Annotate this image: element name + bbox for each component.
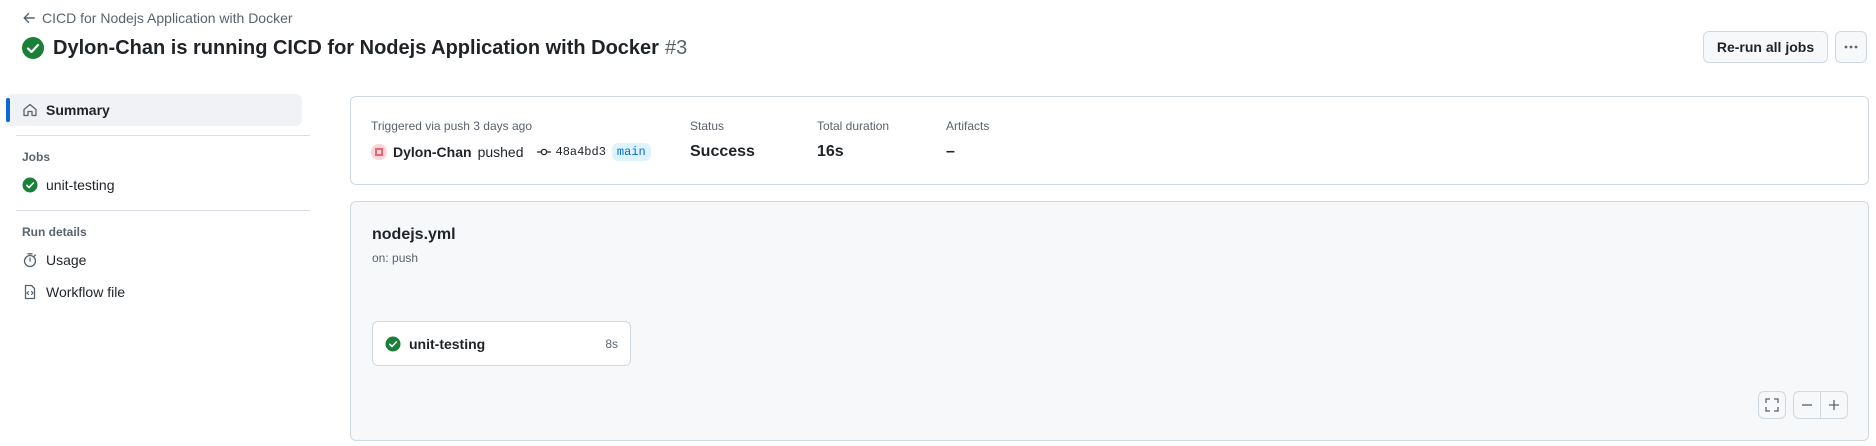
status-value: Success [690,143,755,160]
avatar-icon [375,148,383,156]
commit-link[interactable]: 48a4bd3 [536,144,606,160]
screen-full-icon [1765,398,1779,412]
job-duration: 8s [605,336,618,351]
plus-icon [1829,400,1839,410]
kebab-horizontal-icon [1844,45,1858,49]
divider [16,135,310,136]
file-code-icon [24,284,36,300]
check-circle-fill-icon [22,177,38,193]
run-number: #3 [664,36,688,59]
git-commit-icon [536,148,551,156]
trigger-info: Triggered via push 3 days ago Dylon-Chan… [371,119,651,161]
workflow-trigger: on: push [372,251,419,265]
sidebar-item-usage[interactable]: Usage [6,244,310,276]
fullscreen-button[interactable] [1758,391,1786,419]
page-title: Dylon-Chan is running CICD for Nodejs Ap… [53,36,688,59]
job-card-unit-testing[interactable]: unit-testing 8s [372,321,631,366]
workflow-graph: nodejs.yml on: push unit-testing 8s [350,201,1869,441]
sidebar-item-summary[interactable]: Summary [6,94,302,126]
status-label: Status [690,119,725,133]
branch-badge[interactable]: main [611,143,651,161]
duration-label: Total duration [817,119,890,133]
check-circle-fill-icon [22,37,44,59]
job-name: unit-testing [409,335,486,352]
home-icon [23,103,37,117]
artifacts-value: – [946,143,955,160]
back-link-label: CICD for Nodejs Application with Docker [42,10,293,26]
stopwatch-icon [23,253,37,268]
sidebar-item-workflow-file[interactable]: Workflow file [6,276,310,308]
sidebar-item-label: Summary [46,102,110,118]
commit-sha: 48a4bd3 [555,145,606,159]
status-info: Status Success [690,119,755,161]
actor-link[interactable]: Dylon-Chan [393,144,472,160]
zoom-out-button[interactable] [1793,391,1821,419]
arrow-left-icon [23,12,35,24]
run-title-row: Dylon-Chan is running CICD for Nodejs Ap… [21,36,687,60]
jobs-heading: Jobs [22,150,51,164]
artifacts-label: Artifacts [946,119,990,133]
duration-value: 16s [817,143,844,160]
zoom-in-button[interactable] [1820,391,1848,419]
sidebar-item-label: Usage [46,252,87,268]
run-details-heading: Run details [22,225,87,239]
trigger-label: Triggered via push 3 days ago [371,119,532,133]
back-link[interactable]: CICD for Nodejs Application with Docker [22,10,293,26]
run-summary-box: Triggered via push 3 days ago Dylon-Chan… [350,96,1869,185]
sidebar: Summary Jobs unit-testing Run details Us… [6,94,310,308]
workflow-file-name: nodejs.yml [372,226,456,243]
more-options-button[interactable] [1835,31,1867,63]
dash-icon [1802,404,1812,406]
artifacts-info: Artifacts – [946,119,989,161]
action-text: pushed [477,144,524,160]
duration-info: Total duration 16s [817,119,889,161]
sidebar-item-label: unit-testing [46,177,115,193]
avatar[interactable] [371,144,387,160]
sidebar-item-unit-testing[interactable]: unit-testing [6,169,310,201]
divider [16,210,310,211]
rerun-all-jobs-button[interactable]: Re-run all jobs [1703,31,1828,63]
sidebar-item-label: Workflow file [46,284,126,300]
check-circle-fill-icon [385,336,401,351]
